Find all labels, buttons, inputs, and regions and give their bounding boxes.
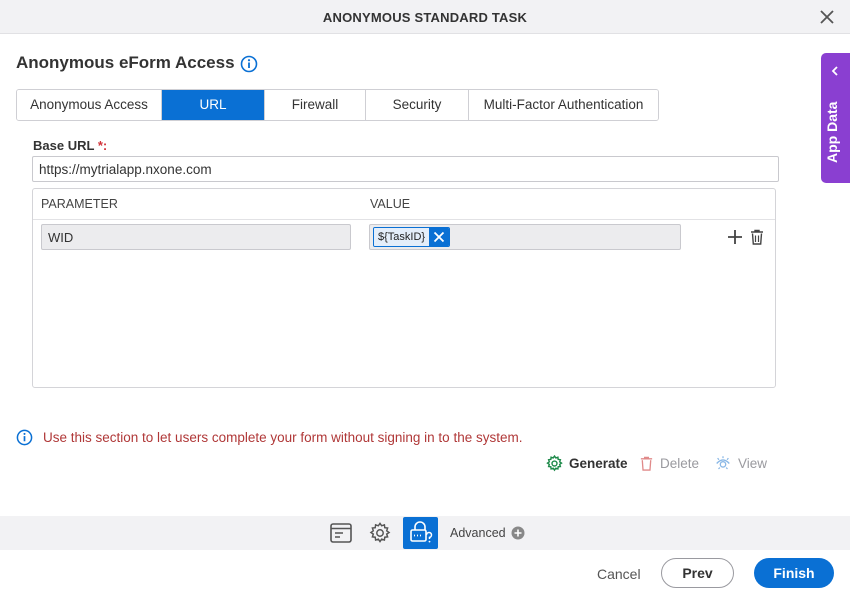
app-data-label: App Data [824, 101, 840, 163]
tab-firewall[interactable]: Firewall [265, 90, 366, 120]
remove-token-button[interactable] [429, 228, 450, 246]
trash-icon[interactable] [749, 228, 765, 246]
bottom-toolbar: Advanced [0, 516, 850, 550]
dialog-titlebar: ANONYMOUS STANDARD TASK [0, 0, 850, 34]
base-url-label-text: Base URL [33, 138, 95, 153]
parameter-column-header: PARAMETER [41, 197, 118, 211]
required-mark: *: [97, 138, 108, 153]
value-token-chip: ${TaskID} [373, 227, 451, 247]
value-token-field[interactable]: ${TaskID} [369, 224, 681, 250]
plus-icon[interactable] [726, 228, 744, 246]
form-button[interactable] [327, 519, 355, 547]
dialog-title: ANONYMOUS STANDARD TASK [322, 10, 528, 25]
close-icon [433, 231, 445, 243]
close-icon[interactable] [818, 8, 836, 26]
trash-icon [640, 456, 653, 471]
settings-button[interactable] [366, 519, 394, 547]
generate-button[interactable]: Generate [546, 454, 628, 472]
base-url-label: Base URL *: [33, 138, 107, 153]
section-heading: Anonymous eForm Access [16, 53, 235, 72]
form-icon [330, 523, 352, 543]
anonymous-access-button[interactable] [403, 517, 438, 549]
tab-url[interactable]: URL [162, 90, 265, 120]
value-column-header: VALUE [370, 197, 411, 211]
tab-anonymous-access[interactable]: Anonymous Access [17, 90, 162, 120]
parameter-input[interactable] [41, 224, 351, 250]
view-label: View [738, 455, 768, 471]
view-button[interactable]: View [714, 454, 767, 472]
advanced-button[interactable]: Advanced [450, 526, 525, 540]
view-icon [716, 455, 730, 469]
base-url-input[interactable] [32, 156, 779, 182]
tab-bar: Anonymous Access URL Firewall Security M… [16, 89, 659, 121]
chevron-left-icon [831, 66, 838, 76]
generate-label: Generate [569, 455, 628, 471]
advanced-label: Advanced [450, 526, 506, 540]
tab-multi-factor-authentication[interactable]: Multi-Factor Authentication [469, 90, 658, 120]
add-circle-icon [511, 526, 525, 540]
info-note: Use this section to let users complete y… [43, 430, 523, 445]
value-token-text: ${TaskID} [374, 228, 430, 246]
finish-button[interactable]: Finish [754, 558, 834, 588]
settings-icon [369, 522, 391, 543]
gear-icon [546, 454, 563, 471]
cancel-button[interactable]: Cancel [597, 566, 641, 582]
info-icon[interactable] [240, 55, 258, 73]
delete-label: Delete [660, 455, 700, 471]
app-data-panel-toggle[interactable]: App Data [821, 53, 850, 183]
prev-button[interactable]: Prev [661, 558, 734, 588]
lock-question-icon [409, 521, 432, 543]
info-icon [16, 429, 33, 446]
tab-security[interactable]: Security [366, 90, 469, 120]
delete-button[interactable]: Delete [639, 454, 699, 472]
table-header-divider [33, 219, 775, 220]
parameter-table: PARAMETER VALUE ${TaskID} [32, 188, 776, 388]
